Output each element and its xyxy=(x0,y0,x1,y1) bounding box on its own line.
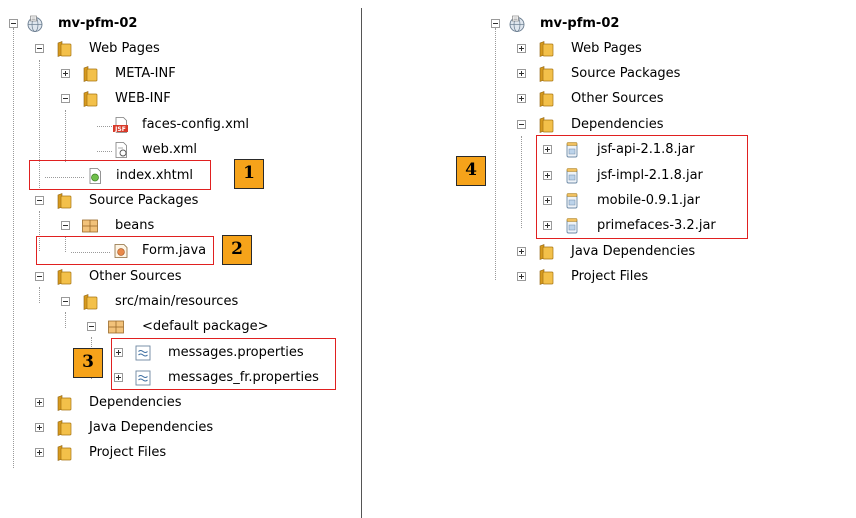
expand-toggle[interactable] xyxy=(517,69,526,78)
expand-toggle[interactable] xyxy=(517,247,526,256)
node-label: Other Sources xyxy=(571,91,664,106)
source-packages-folder-icon xyxy=(537,65,555,83)
collapse-toggle[interactable] xyxy=(61,94,70,103)
right-project-tree: mv-pfm-02 Web Pages Source Packages Othe… xyxy=(362,0,856,518)
source-packages-folder-icon xyxy=(55,192,73,210)
collapse-toggle[interactable] xyxy=(35,44,44,53)
web-pages-folder-icon xyxy=(537,40,555,58)
tree-node-java-dependencies[interactable]: Java Dependencies xyxy=(482,241,732,263)
highlight-box-2 xyxy=(36,236,214,265)
tree-node-web-pages[interactable]: Web Pages xyxy=(0,38,250,60)
expand-toggle[interactable] xyxy=(517,44,526,53)
web-pages-folder-icon xyxy=(55,40,73,58)
expand-toggle[interactable] xyxy=(35,448,44,457)
tree-node-faces-config[interactable]: JSF faces-config.xml xyxy=(0,114,270,136)
web-project-icon xyxy=(26,15,44,33)
expand-toggle[interactable] xyxy=(35,398,44,407)
tree-node-meta-inf[interactable]: META-INF xyxy=(0,63,250,85)
java-dependencies-folder-icon xyxy=(537,243,555,261)
tree-node-default-package[interactable]: <default package> xyxy=(0,316,290,338)
tree-node-source-packages[interactable]: Source Packages xyxy=(482,63,732,85)
package-icon xyxy=(81,217,99,235)
folder-icon xyxy=(81,65,99,83)
node-label: Web Pages xyxy=(89,41,160,56)
callout-badge-3: 3 xyxy=(73,348,103,378)
node-label: WEB-INF xyxy=(115,91,171,106)
expand-toggle[interactable] xyxy=(517,94,526,103)
project-files-folder-icon xyxy=(55,444,73,462)
project-name-label: mv-pfm-02 xyxy=(540,16,620,31)
callout-badge-4: 4 xyxy=(456,156,486,186)
tree-node-other-sources[interactable]: Other Sources xyxy=(0,266,250,288)
node-label: Dependencies xyxy=(571,117,664,132)
expand-toggle[interactable] xyxy=(35,423,44,432)
collapse-toggle[interactable] xyxy=(491,19,500,28)
node-label: Dependencies xyxy=(89,395,182,410)
svg-text:JSF: JSF xyxy=(114,126,126,133)
tree-node-dependencies[interactable]: Dependencies xyxy=(0,392,250,414)
collapse-toggle[interactable] xyxy=(35,272,44,281)
highlight-box-1 xyxy=(29,160,211,190)
other-sources-folder-icon xyxy=(537,90,555,108)
jsf-config-file-icon: JSF xyxy=(113,117,128,133)
node-label: Project Files xyxy=(89,445,167,460)
tree-node-source-packages[interactable]: Source Packages xyxy=(0,190,250,212)
node-label: beans xyxy=(115,218,155,233)
tree-node-project[interactable]: mv-pfm-02 xyxy=(6,13,206,35)
xml-file-icon xyxy=(115,142,127,158)
project-name-label: mv-pfm-02 xyxy=(58,16,138,31)
node-label: web.xml xyxy=(142,142,197,157)
expand-toggle[interactable] xyxy=(517,272,526,281)
project-files-folder-icon xyxy=(537,268,555,286)
node-label: Source Packages xyxy=(89,193,199,208)
tree-node-beans-package[interactable]: beans xyxy=(0,215,200,237)
tree-node-web-pages[interactable]: Web Pages xyxy=(482,38,732,60)
web-project-icon xyxy=(508,15,526,33)
callout-badge-1: 1 xyxy=(234,159,264,189)
tree-node-resources[interactable]: src/main/resources xyxy=(0,291,270,313)
node-label: Java Dependencies xyxy=(571,244,696,259)
other-sources-folder-icon xyxy=(55,268,73,286)
java-dependencies-folder-icon xyxy=(55,419,73,437)
node-label: Source Packages xyxy=(571,66,681,81)
collapse-toggle[interactable] xyxy=(61,297,70,306)
collapse-toggle[interactable] xyxy=(61,221,70,230)
tree-node-other-sources[interactable]: Other Sources xyxy=(482,88,732,110)
node-label: Other Sources xyxy=(89,269,182,284)
node-label: Java Dependencies xyxy=(89,420,214,435)
tree-node-web-xml[interactable]: web.xml xyxy=(0,139,220,161)
tree-node-java-dependencies[interactable]: Java Dependencies xyxy=(0,417,250,439)
dependencies-folder-icon xyxy=(55,394,73,412)
collapse-toggle[interactable] xyxy=(517,120,526,129)
tree-node-dependencies[interactable]: Dependencies xyxy=(482,114,732,136)
tree-node-project[interactable]: mv-pfm-02 xyxy=(488,13,688,35)
folder-icon xyxy=(81,90,99,108)
left-project-tree: mv-pfm-02 Web Pages META-INF WEB-INF JSF… xyxy=(0,0,360,518)
collapse-toggle[interactable] xyxy=(9,19,18,28)
tree-node-web-inf[interactable]: WEB-INF xyxy=(0,88,250,110)
node-label: <default package> xyxy=(142,319,269,334)
callout-badge-2: 2 xyxy=(222,235,252,265)
resources-folder-icon xyxy=(81,293,99,311)
dependencies-folder-icon xyxy=(537,116,555,134)
expand-toggle[interactable] xyxy=(61,69,70,78)
highlight-box-4 xyxy=(536,135,748,239)
tree-node-project-files[interactable]: Project Files xyxy=(482,266,732,288)
highlight-box-3 xyxy=(111,338,336,390)
node-label: Project Files xyxy=(571,269,649,284)
node-label: src/main/resources xyxy=(115,294,239,309)
node-label: faces-config.xml xyxy=(142,117,250,132)
node-label: META-INF xyxy=(115,66,176,81)
collapse-toggle[interactable] xyxy=(35,196,44,205)
tree-node-project-files[interactable]: Project Files xyxy=(0,442,250,464)
collapse-toggle[interactable] xyxy=(87,322,96,331)
package-icon xyxy=(107,318,125,336)
node-label: Web Pages xyxy=(571,41,642,56)
